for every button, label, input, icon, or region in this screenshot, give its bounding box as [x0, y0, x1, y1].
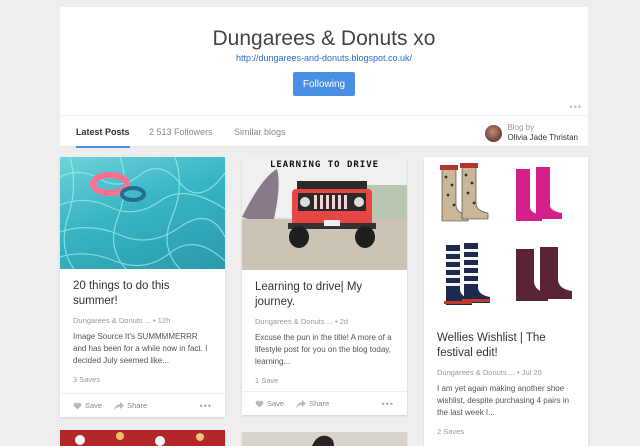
share-label: Share [309, 399, 330, 408]
post-meta: Dungarees & Donuts ... • 2d [255, 317, 349, 326]
share-button[interactable]: Share [114, 401, 147, 410]
image-caption: LEARNING TO DRIVE [269, 160, 380, 170]
post-card-partial[interactable] [60, 430, 225, 446]
post-meta: Dungarees & Donuts ... • Jul 20 [437, 368, 542, 377]
post-image-pool[interactable] [60, 157, 225, 269]
post-title[interactable]: Wellies Wishlist | The festival edit! [437, 331, 575, 361]
post-excerpt: I am yet again making another shoe wishl… [437, 384, 570, 417]
blog-header: Dungarees & Donuts xo http://dungarees-a… [60, 7, 588, 148]
post-title[interactable]: 20 things to do this summer! [73, 279, 212, 309]
share-arrow-icon [296, 399, 307, 408]
save-label: Save [267, 399, 285, 408]
following-button[interactable]: Following [293, 72, 355, 96]
post-excerpt: Image Source It's SUMMMMERRR and has bee… [73, 332, 208, 365]
post-image-jeep[interactable]: LEARNING TO DRIVE [242, 157, 407, 270]
save-button[interactable]: Save [255, 399, 284, 408]
tabs-bar: Latest Posts 2 513 Followers Similar blo… [60, 115, 588, 148]
post-saves-count: 1 Save [255, 376, 279, 385]
avatar[interactable] [485, 124, 503, 142]
heart-icon [255, 400, 264, 408]
post-excerpt: Excuse the pun in the title! A more of a… [255, 333, 392, 366]
blog-by-label: Blog by [507, 123, 535, 132]
post-title[interactable]: Learning to drive| My journey. [255, 280, 394, 310]
post-more-icon[interactable]: ••• [200, 401, 212, 411]
post-card-partial[interactable] [242, 432, 407, 446]
share-label: Share [127, 401, 148, 410]
post-card[interactable]: LEARNING TO DRIVE Learning to drive| My … [242, 157, 407, 415]
post-actions: Save Share ••• [242, 391, 407, 415]
header-more-icon[interactable]: ••• [570, 102, 582, 112]
tab-similar-blogs[interactable]: Similar blogs [234, 116, 286, 148]
blog-url-link[interactable]: http://dungarees-and-donuts.blogspot.co.… [60, 53, 588, 63]
post-more-icon[interactable]: ••• [382, 399, 394, 409]
post-actions: Save Share ••• [60, 393, 225, 417]
heart-icon [73, 402, 82, 410]
post-saves-count: 2 Saves [437, 427, 465, 436]
save-button[interactable]: Save [73, 401, 102, 410]
blog-title: Dungarees & Donuts xo [212, 27, 436, 50]
share-arrow-icon [114, 401, 125, 410]
post-card[interactable]: 20 things to do this summer! Dungarees &… [60, 157, 225, 417]
save-label: Save [85, 401, 103, 410]
blog-author-name[interactable]: Olivia Jade Thristan [507, 133, 578, 143]
post-saves-count: 3 Saves [73, 375, 101, 384]
share-button[interactable]: Share [296, 399, 329, 408]
post-image-wellies[interactable] [424, 157, 588, 321]
tab-followers[interactable]: 2 513 Followers [149, 116, 213, 148]
blog-author[interactable]: Blog by Olivia Jade Thristan [485, 122, 578, 144]
tab-latest-posts[interactable]: Latest Posts [76, 116, 130, 148]
post-card[interactable]: Wellies Wishlist | The festival edit! Du… [424, 157, 588, 446]
post-meta: Dungarees & Donuts ... • 12h [73, 316, 171, 325]
